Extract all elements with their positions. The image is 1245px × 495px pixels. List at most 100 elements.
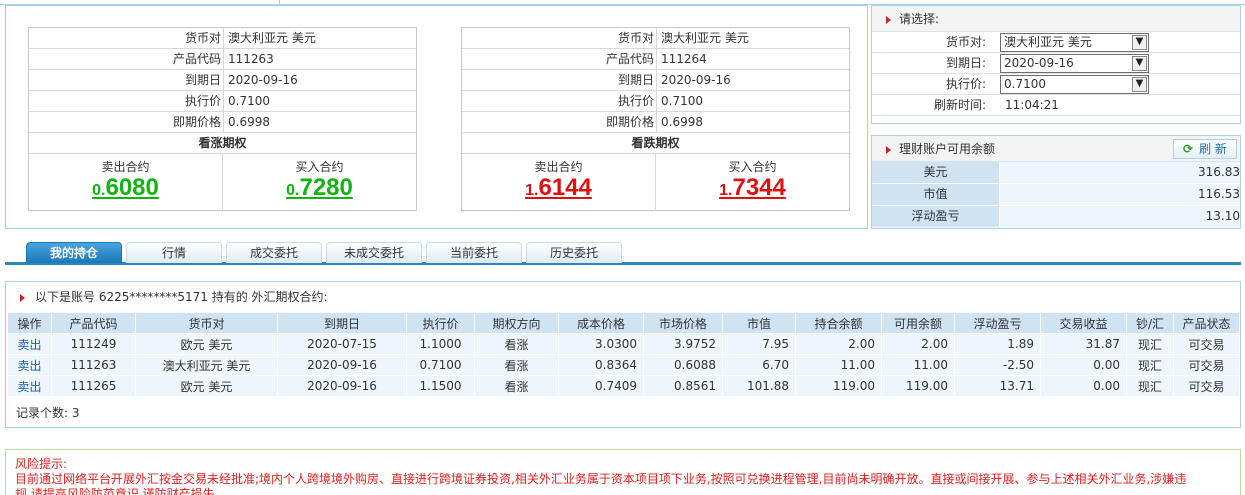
put-sell-price-link[interactable]: 1.6144 xyxy=(525,175,592,204)
cell-hold: 119.00 xyxy=(795,375,882,397)
pair-label: 货币对 xyxy=(29,28,224,48)
record-count-value: 3 xyxy=(71,406,80,420)
put-buy-cell: 买入合约 1.7344 xyxy=(655,154,849,210)
pair-value: 澳大利亚元 美元 xyxy=(228,31,316,45)
balance-key: 市值 xyxy=(872,184,1000,205)
put-title: 看跌期权 xyxy=(462,133,849,154)
tab-my-holdings[interactable]: 我的持仓 xyxy=(26,242,122,263)
cell-pair: 澳大利亚元 美元 xyxy=(135,354,278,376)
call-title: 看涨期权 xyxy=(29,133,416,154)
risk-title: 风险提示: xyxy=(15,457,68,471)
cell-strike: 1.1000 xyxy=(406,333,475,355)
pair-select-value: 澳大利亚元 美元 xyxy=(1004,35,1092,49)
cell-direction: 看涨 xyxy=(474,375,559,397)
expiry-value: 2020-09-16 xyxy=(228,73,298,87)
price-main: 6080 xyxy=(105,174,159,201)
cell-pnl: 13.71 xyxy=(954,375,1041,397)
balance-row: 市值 116.53 xyxy=(872,184,1240,206)
column-header-expiry: 到期日 xyxy=(277,312,407,334)
chevron-down-icon[interactable]: ▼ xyxy=(1132,56,1147,71)
cell-code: 111249 xyxy=(51,333,136,355)
code-label: 产品代码 xyxy=(29,49,224,69)
sell-action-link[interactable]: 卖出 xyxy=(7,354,52,376)
price-prefix: 1. xyxy=(525,182,539,199)
sell-action-link[interactable]: 卖出 xyxy=(7,333,52,355)
pair-select[interactable]: 澳大利亚元 美元 ▼ xyxy=(1000,33,1149,52)
holdings-heading: 以下是账号 6225********5171 持有的 外汇期权合约: xyxy=(35,290,328,304)
call-sell-price-link[interactable]: 0.6080 xyxy=(92,175,159,204)
balance-row: 美元 316.83 xyxy=(872,162,1240,184)
column-header-status: 产品状态 xyxy=(1173,312,1240,334)
expiry-select[interactable]: 2020-09-16 ▼ xyxy=(1000,54,1149,73)
cell-avail: 119.00 xyxy=(881,375,955,397)
balance-row: 浮动盈亏 13.10 xyxy=(872,206,1240,228)
strike-select-value: 0.7100 xyxy=(1004,77,1046,91)
column-header-strike: 执行价 xyxy=(406,312,475,334)
strike-select-label: 执行价: xyxy=(945,77,986,91)
sell-action-link[interactable]: 卖出 xyxy=(7,375,52,397)
cell-cash: 现汇 xyxy=(1126,354,1174,376)
buy-contract-label: 买入合约 xyxy=(728,160,777,174)
column-header-code: 产品代码 xyxy=(51,312,136,334)
price-prefix: 1. xyxy=(719,182,733,199)
balance-header: 理财账户可用余额 ⟳ 刷 新 xyxy=(872,136,1240,162)
put-buy-price-link[interactable]: 1.7344 xyxy=(719,175,786,204)
tab-market[interactable]: 行情 xyxy=(126,242,222,263)
spot-value: 0.6998 xyxy=(661,115,703,129)
cell-direction: 看涨 xyxy=(474,354,559,376)
cell-status: 可交易 xyxy=(1173,375,1240,397)
holdings-panel: 以下是账号 6225********5171 持有的 外汇期权合约: 操作 产品代… xyxy=(5,281,1241,428)
selector-panel: 请选择: 货币对: 澳大利亚元 美元 ▼ 到期日: 2020-09-16 ▼ 执行价… xyxy=(871,5,1241,124)
call-option-card: 货币对 澳大利亚元 美元 产品代码 111263 到期日 2020-09-16 执行价… xyxy=(28,27,417,211)
balance-key: 浮动盈亏 xyxy=(872,206,1000,227)
refresh-button-label: 刷 新 xyxy=(1199,142,1227,156)
pair-value: 澳大利亚元 美元 xyxy=(661,31,749,45)
table-row: 卖出 111263 澳大利亚元 美元 2020-09-16 0.7100 看涨 0.8364… xyxy=(7,354,1240,376)
spot-label: 即期价格 xyxy=(29,112,224,132)
cell-market: 0.6088 xyxy=(643,354,723,376)
tab-unfilled-orders[interactable]: 未成交委托 xyxy=(326,242,422,263)
refresh-button[interactable]: ⟳ 刷 新 xyxy=(1173,139,1237,159)
balance-value: 316.83 xyxy=(1000,162,1240,183)
pair-label: 货币对 xyxy=(462,28,657,48)
call-buy-cell: 买入合约 0.7280 xyxy=(222,154,416,210)
holdings-table: 操作 产品代码 货币对 到期日 执行价 期权方向 成本价格 市场价格 市值 持合余额 可用余额 浮动盈… xyxy=(7,312,1240,397)
chevron-down-icon[interactable]: ▼ xyxy=(1132,35,1147,50)
strike-label: 执行价 xyxy=(462,91,657,111)
cell-pnl: 1.89 xyxy=(954,333,1041,355)
refresh-time-value: 11:04:21 xyxy=(1005,98,1059,112)
cell-expiry: 2020-09-16 xyxy=(277,375,407,397)
tab-filled-orders[interactable]: 成交委托 xyxy=(226,242,322,263)
cell-market: 3.9752 xyxy=(643,333,723,355)
price-main: 7344 xyxy=(732,174,786,201)
caret-right-icon xyxy=(886,15,891,24)
column-header-gain: 交易收益 xyxy=(1040,312,1127,334)
price-prefix: 0. xyxy=(286,182,300,199)
code-value: 111264 xyxy=(661,52,707,66)
cell-gain: 31.87 xyxy=(1040,333,1127,355)
price-main: 7280 xyxy=(299,174,353,201)
tab-current-orders[interactable]: 当前委托 xyxy=(426,242,522,263)
cell-strike: 1.1500 xyxy=(406,375,475,397)
cell-avail: 2.00 xyxy=(881,333,955,355)
cell-gain: 0.00 xyxy=(1040,354,1127,376)
cell-code: 111265 xyxy=(51,375,136,397)
tab-history-orders[interactable]: 历史委托 xyxy=(526,242,622,263)
strike-value: 0.7100 xyxy=(661,94,703,108)
put-sell-cell: 卖出合约 1.6144 xyxy=(462,154,655,210)
selector-header: 请选择: xyxy=(872,6,1240,32)
strike-select[interactable]: 0.7100 ▼ xyxy=(1000,75,1149,94)
table-row: 卖出 111265 欧元 美元 2020-09-16 1.1500 看涨 0.7409 0.8… xyxy=(7,375,1240,397)
column-header-op: 操作 xyxy=(7,312,52,334)
table-row: 卖出 111249 欧元 美元 2020-07-15 1.1000 看涨 3.0300 3.9… xyxy=(7,333,1240,355)
refresh-time-label: 刷新时间: xyxy=(933,98,986,112)
cell-value: 6.70 xyxy=(722,354,796,376)
column-header-hold: 持合余额 xyxy=(795,312,882,334)
risk-notice: 风险提示: 目前通过网络平台开展外汇按金交易未经批准;境内个人跨境境外购房、直接… xyxy=(5,449,1241,495)
call-buy-price-link[interactable]: 0.7280 xyxy=(286,175,353,204)
chevron-down-icon[interactable]: ▼ xyxy=(1132,77,1147,92)
quote-area: 货币对 澳大利亚元 美元 产品代码 111263 到期日 2020-09-16 执行价… xyxy=(5,5,868,229)
cell-hold: 2.00 xyxy=(795,333,882,355)
code-label: 产品代码 xyxy=(462,49,657,69)
column-header-cost: 成本价格 xyxy=(558,312,644,334)
